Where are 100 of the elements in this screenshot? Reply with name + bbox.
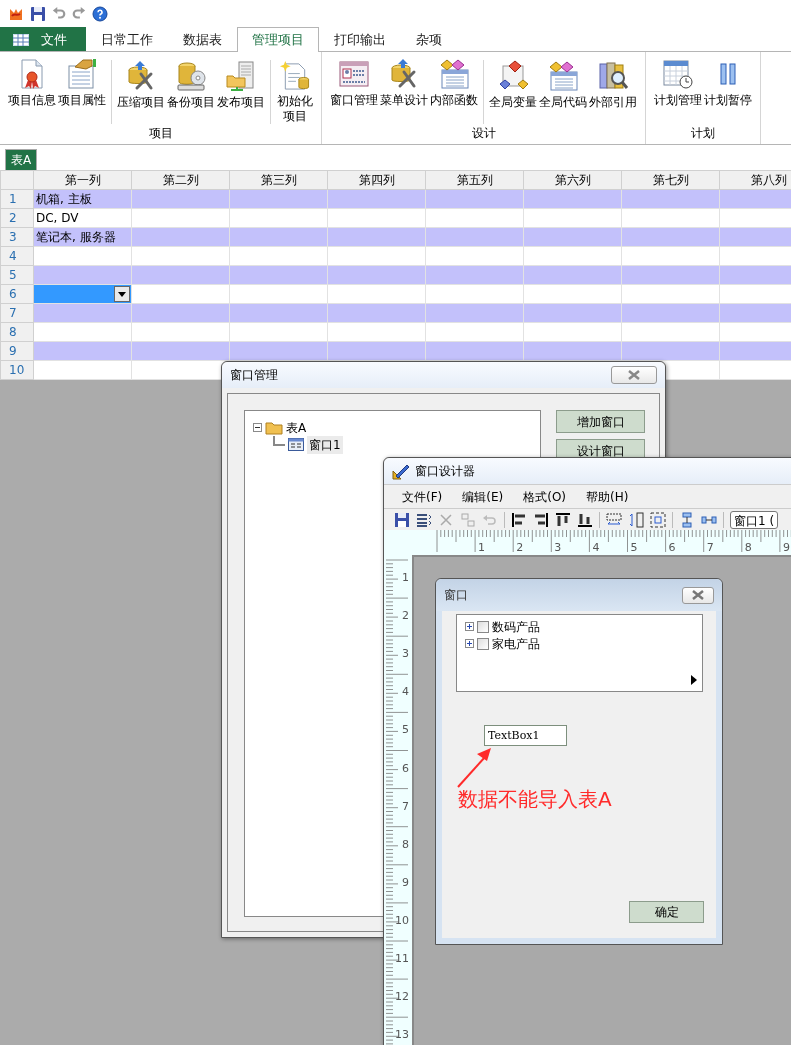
table-cell[interactable]: [523, 246, 622, 266]
object-selector[interactable]: 窗口1 (: [730, 510, 779, 529]
column-header[interactable]: 第二列: [131, 170, 230, 190]
ribbon-button[interactable]: 计划暂停: [703, 58, 754, 124]
table-cell[interactable]: [621, 208, 720, 228]
ribbon-tab[interactable]: 日常工作: [86, 27, 168, 51]
table-cell[interactable]: [33, 360, 132, 380]
ribbon-button[interactable]: 备份项目: [166, 60, 216, 124]
app-logo-icon[interactable]: [8, 6, 24, 22]
ribbon-button[interactable]: 项目信息: [7, 58, 57, 124]
same-size-icon[interactable]: [650, 511, 666, 528]
tree-item[interactable]: 数码产品: [492, 617, 540, 636]
expand-icon[interactable]: [465, 639, 474, 648]
tree-line: [273, 436, 285, 446]
list-icon[interactable]: [416, 511, 432, 528]
column-header[interactable]: 第七列: [621, 170, 720, 190]
tree-item[interactable]: 窗口1: [307, 435, 343, 454]
text-field[interactable]: TextBox1: [484, 725, 567, 746]
ruler-number: 12: [395, 990, 409, 1004]
table-cell[interactable]: [425, 322, 524, 342]
tree-item[interactable]: 家电产品: [492, 634, 540, 653]
table-cell[interactable]: [523, 322, 622, 342]
table-cell[interactable]: [131, 322, 230, 342]
ribbon-tab[interactable]: 打印输出: [319, 27, 401, 51]
align-top-icon[interactable]: [555, 511, 571, 528]
vertical-spacing-icon[interactable]: [679, 511, 695, 528]
table-cell[interactable]: [131, 246, 230, 266]
checkbox[interactable]: [477, 637, 489, 650]
help-icon[interactable]: [92, 6, 108, 22]
tree-item[interactable]: 表A: [286, 418, 307, 437]
table-cell[interactable]: [327, 208, 426, 228]
ribbon-button[interactable]: 项目属性: [57, 58, 107, 124]
ribbon-button[interactable]: 发布项目: [216, 60, 266, 124]
scroll-arrow-icon[interactable]: [691, 675, 697, 685]
table-cell[interactable]: [327, 322, 426, 342]
group-label: 项目: [147, 125, 174, 142]
column-header[interactable]: 第五列: [425, 170, 524, 190]
table-cell[interactable]: [229, 284, 328, 304]
align-left-icon[interactable]: [511, 511, 527, 528]
table-cell[interactable]: [523, 208, 622, 228]
table-cell[interactable]: DC, DV: [33, 208, 132, 228]
table-cell[interactable]: [523, 284, 622, 304]
ribbon-button[interactable]: 计划管理: [653, 58, 704, 124]
column-header[interactable]: 第六列: [523, 170, 622, 190]
ribbon-button[interactable]: 菜单设计: [379, 58, 430, 124]
table-cell[interactable]: [229, 322, 328, 342]
file-menu-tab[interactable]: 文件: [0, 27, 86, 51]
checkbox[interactable]: [477, 620, 489, 633]
table-cell[interactable]: [33, 322, 132, 342]
form-window[interactable]: 窗口 数码产品 家电产品 TextBox1 数据不能导入表A 确定: [435, 578, 723, 945]
table-cell[interactable]: [425, 208, 524, 228]
dropdown-button[interactable]: [114, 286, 130, 302]
same-width-icon[interactable]: [606, 511, 622, 528]
copy-icon[interactable]: [460, 511, 476, 528]
table-cell[interactable]: [621, 246, 720, 266]
menu-item[interactable]: 格式(O): [513, 487, 577, 506]
save-icon[interactable]: [30, 6, 46, 22]
caret-icon: [118, 291, 126, 297]
align-right-icon[interactable]: [533, 511, 549, 528]
sheet-tab[interactable]: 表A: [5, 149, 38, 170]
column-header[interactable]: 第四列: [327, 170, 426, 190]
menu-item[interactable]: 文件(F): [392, 487, 453, 506]
table-cell[interactable]: [621, 284, 720, 304]
same-height-icon[interactable]: [628, 511, 644, 528]
dialog-button[interactable]: 增加窗口: [556, 410, 645, 433]
close-button[interactable]: [611, 366, 657, 384]
ribbon-button[interactable]: 全局变量: [488, 60, 539, 124]
column-header[interactable]: 第八列: [719, 170, 791, 190]
undo-icon[interactable]: [52, 7, 66, 21]
table-cell[interactable]: [621, 322, 720, 342]
ok-button[interactable]: 确定: [629, 901, 704, 923]
table-cell[interactable]: [229, 246, 328, 266]
redo-icon[interactable]: [72, 7, 86, 21]
expand-icon[interactable]: [465, 622, 474, 631]
column-header[interactable]: 第一列: [33, 170, 132, 190]
table-cell[interactable]: [327, 284, 426, 304]
ribbon-button[interactable]: 初始化项目: [275, 60, 315, 124]
ribbon-button[interactable]: 压缩项目: [116, 60, 166, 124]
ribbon-button[interactable]: 外部引用: [588, 60, 639, 124]
menu-item[interactable]: 编辑(E): [452, 487, 514, 506]
ribbon-tab[interactable]: 数据表: [168, 27, 237, 51]
menu-item[interactable]: 帮助(H): [576, 487, 639, 506]
ribbon-button[interactable]: 内部函数: [429, 58, 480, 124]
ribbon-tab[interactable]: 杂项: [401, 27, 457, 51]
column-header[interactable]: 第三列: [229, 170, 328, 190]
align-bottom-icon[interactable]: [577, 511, 593, 528]
ribbon-tab[interactable]: 管理项目: [237, 27, 319, 52]
delete-icon[interactable]: [438, 511, 454, 528]
collapse-icon[interactable]: [253, 423, 262, 432]
table-cell[interactable]: [425, 246, 524, 266]
close-button[interactable]: [682, 586, 714, 604]
table-cell[interactable]: [131, 208, 230, 228]
ribbon-button[interactable]: 窗口管理: [329, 58, 380, 124]
ribbon-button[interactable]: 全局代码: [538, 60, 589, 124]
table-cell[interactable]: [327, 246, 426, 266]
table-cell[interactable]: [425, 284, 524, 304]
table-cell[interactable]: [33, 246, 132, 266]
save-icon[interactable]: [394, 511, 410, 528]
table-cell[interactable]: [131, 284, 230, 304]
table-cell[interactable]: [229, 208, 328, 228]
